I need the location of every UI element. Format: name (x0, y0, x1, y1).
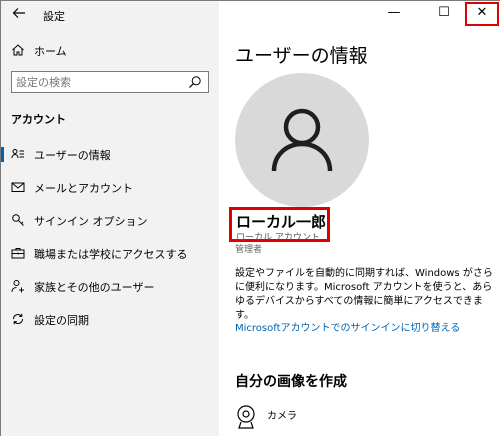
sidebar-item-work-school[interactable]: 職場または学校にアクセスする (1, 240, 219, 266)
sidebar-item-label: 家族とその他のユーザー (34, 281, 155, 294)
camera-label: カメラ (267, 411, 297, 422)
description-text: 設定やファイルを自動的に同期すれば、Windows がさらに便利になります。Mi… (235, 268, 493, 321)
sidebar-item-label: ユーザーの情報 (34, 149, 111, 162)
sidebar-item-your-info[interactable]: ユーザーの情報 (1, 141, 219, 167)
main-pane: — ☐ ✕ ユーザーの情報 ローカル一郎 ローカル アカウント 管理者 設定やフ… (219, 1, 500, 436)
sidebar-item-signin-options[interactable]: サインイン オプション (1, 207, 219, 233)
avatar (235, 73, 369, 207)
home-icon (12, 44, 24, 56)
user-name-highlight: ローカル一郎 ローカル アカウント (229, 207, 330, 243)
search-input[interactable] (16, 74, 186, 90)
user-name: ローカル一郎 (236, 213, 327, 231)
briefcase-icon (11, 248, 25, 259)
close-icon: ✕ (476, 5, 488, 20)
sidebar-item-mail-accounts[interactable]: メールとアカウント (1, 174, 219, 200)
settings-window: 設定 ホーム アカウント ユーザーの情報 (0, 0, 500, 436)
create-picture-heading: 自分の画像を作成 (235, 374, 347, 390)
back-button[interactable] (11, 5, 29, 23)
sidebar-item-sync-settings[interactable]: 設定の同期 (1, 306, 219, 332)
person-silhouette-icon (271, 108, 333, 172)
camera-icon (237, 405, 255, 429)
maximize-icon: ☐ (438, 5, 450, 20)
mail-icon (11, 182, 25, 192)
title-bar: 設定 (1, 1, 219, 29)
sync-icon (13, 313, 23, 325)
minimize-icon: — (387, 5, 401, 20)
search-box[interactable] (11, 71, 209, 93)
nav-home[interactable]: ホーム (1, 39, 219, 63)
maximize-button[interactable]: ☐ (429, 1, 459, 27)
active-indicator (1, 147, 4, 162)
close-button[interactable]: ✕ (465, 2, 499, 26)
section-heading-account: アカウント (11, 113, 66, 126)
sidebar-item-label: 設定の同期 (34, 314, 89, 327)
sidebar-item-family-users[interactable]: 家族とその他のユーザー (1, 273, 219, 299)
app-title: 設定 (43, 10, 65, 23)
sidebar-item-label: メールとアカウント (34, 182, 133, 195)
search-icon[interactable] (188, 75, 202, 89)
page-title: ユーザーの情報 (235, 45, 368, 67)
camera-option[interactable]: カメラ (235, 405, 435, 433)
user-card-icon (11, 149, 24, 159)
key-icon (12, 214, 24, 226)
sidebar: 設定 ホーム アカウント ユーザーの情報 (1, 1, 219, 436)
minimize-button[interactable]: — (379, 1, 409, 27)
switch-to-microsoft-account-link[interactable]: Microsoftアカウントでのサインインに切り替える (235, 319, 460, 334)
add-person-icon (11, 280, 24, 293)
sidebar-item-label: サインイン オプション (34, 215, 148, 228)
back-arrow-icon (12, 8, 25, 18)
nav-home-label: ホーム (34, 45, 67, 58)
sidebar-item-label: 職場または学校にアクセスする (34, 248, 188, 261)
user-role: 管理者 (235, 245, 263, 255)
